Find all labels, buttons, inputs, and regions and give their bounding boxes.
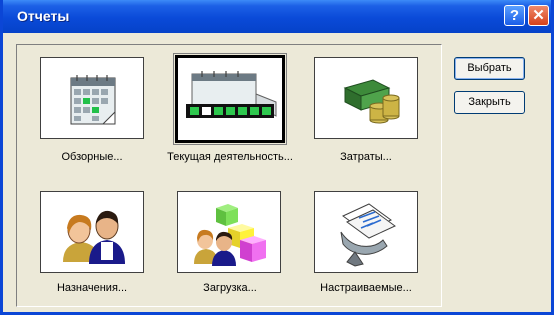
- tile-workload[interactable]: [177, 191, 281, 273]
- tile-workload-label: Загрузка...: [203, 282, 257, 294]
- title-bar: Отчеты ? ✕: [3, 0, 551, 33]
- people-assignments-icon: [63, 210, 125, 264]
- reports-dialog: Отчеты ? ✕ Обзорные... Текущая деятельно…: [0, 0, 554, 315]
- tile-current-activity[interactable]: [173, 53, 287, 145]
- custom-reports-icon: [340, 203, 396, 267]
- tile-overview-label: Обзорные...: [61, 151, 123, 163]
- costs-money-icon: [343, 79, 400, 124]
- close-button[interactable]: Закрыть: [454, 91, 525, 114]
- tile-custom-label: Настраиваемые...: [320, 282, 412, 294]
- tile-assignments[interactable]: [40, 191, 144, 273]
- select-button[interactable]: Выбрать: [454, 57, 525, 80]
- tile-costs[interactable]: [314, 57, 418, 139]
- tile-overview[interactable]: [40, 57, 144, 139]
- tile-custom[interactable]: [314, 191, 418, 273]
- tile-current-activity-label: Текущая деятельность...: [167, 151, 293, 163]
- dialog-title: Отчеты: [17, 8, 70, 24]
- close-window-button[interactable]: ✕: [528, 5, 549, 26]
- report-categories-panel: Обзорные... Текущая деятельность... Затр…: [16, 44, 442, 307]
- current-activity-icon: [186, 71, 277, 118]
- tile-costs-label: Затраты...: [340, 151, 392, 163]
- workload-blocks-icon: [194, 204, 266, 266]
- tile-assignments-label: Назначения...: [56, 282, 128, 294]
- help-button[interactable]: ?: [504, 5, 525, 26]
- calendar-overview-icon: [70, 75, 116, 125]
